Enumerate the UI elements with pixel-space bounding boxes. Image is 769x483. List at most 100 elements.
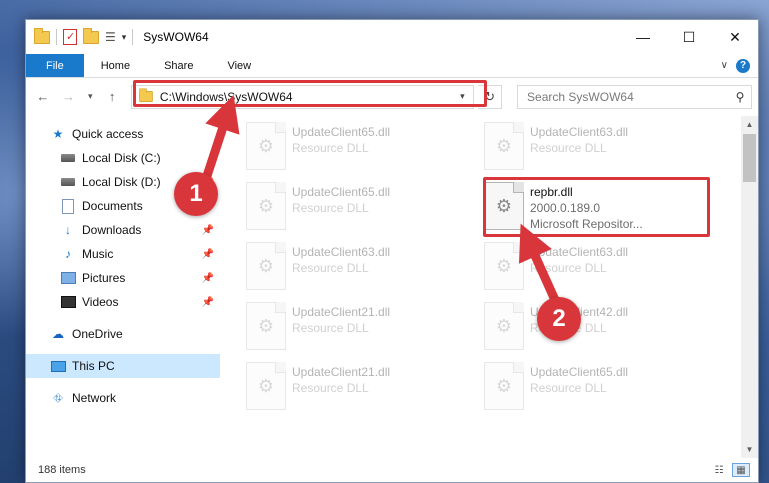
sidebar-item-onedrive[interactable]: ☁ OneDrive bbox=[26, 322, 220, 346]
sidebar-item-quick-access[interactable]: ★ Quick access bbox=[26, 122, 220, 146]
videos-icon bbox=[60, 294, 76, 310]
tab-share[interactable]: Share bbox=[147, 54, 210, 77]
minimize-button[interactable]: — bbox=[620, 20, 666, 54]
sidebar-item-pictures[interactable]: Pictures 📌 bbox=[26, 266, 220, 290]
up-button[interactable]: ↑ bbox=[101, 89, 123, 104]
file-type: Resource DLL bbox=[292, 141, 369, 155]
expand-ribbon-icon[interactable]: ∨ bbox=[721, 60, 728, 71]
selected-file-item[interactable]: ⚙ repbr.dll 2000.0.189.0 Microsoft Repos… bbox=[484, 182, 714, 236]
dll-file-icon: ⚙ bbox=[484, 362, 524, 410]
file-name: UpdateClient65.dll bbox=[530, 365, 629, 379]
disk-icon bbox=[60, 150, 76, 166]
refresh-button[interactable]: ↻ bbox=[478, 84, 503, 109]
list-item[interactable]: ⚙ UpdateClient63.dll Resource DLL bbox=[484, 122, 714, 176]
vertical-scrollbar[interactable]: ▲ ▼ bbox=[741, 116, 758, 458]
file-name: UpdateClient65.dll bbox=[292, 125, 391, 139]
file-name: UpdateClient21.dll bbox=[292, 305, 391, 319]
large-icons-view-icon[interactable]: ▦ bbox=[732, 463, 750, 477]
list-item[interactable]: ⚙ UpdateClient21.dll Resource DLL bbox=[246, 302, 476, 356]
list-item[interactable]: ⚙ UpdateClient65.dll Resource DLL bbox=[246, 182, 476, 236]
maximize-button[interactable]: ☐ bbox=[666, 20, 712, 54]
file-type: Resource DLL bbox=[530, 381, 607, 395]
title-bar: ☰ ▾ SysWOW64 — ☐ ✕ bbox=[26, 20, 758, 54]
properties-check-icon[interactable] bbox=[63, 29, 77, 45]
music-icon: ♪ bbox=[65, 247, 71, 261]
status-bar: 188 items ☷ ▦ bbox=[26, 458, 758, 482]
back-button[interactable]: ← bbox=[32, 89, 54, 104]
scroll-down-icon[interactable]: ▼ bbox=[741, 441, 758, 458]
list-item[interactable]: ⚙ UpdateClient42.dllResource DLL bbox=[484, 302, 714, 356]
ribbon-right: ∨ ? bbox=[721, 54, 758, 77]
toolbar-divider bbox=[56, 29, 57, 45]
chevron-down-icon[interactable]: ▾ bbox=[122, 32, 127, 43]
quick-access-toolbar: ☰ ▾ bbox=[34, 27, 134, 45]
tab-file[interactable]: File bbox=[26, 54, 84, 77]
folder-icon bbox=[139, 88, 153, 103]
sidebar-item-label: Network bbox=[72, 391, 117, 405]
dll-file-icon: ⚙ bbox=[246, 182, 286, 230]
dll-file-icon: ⚙ bbox=[246, 122, 286, 170]
sidebar-item-this-pc[interactable]: This PC bbox=[26, 354, 220, 378]
sidebar-item-label: This PC bbox=[72, 359, 115, 373]
main-area: ★ Quick access Local Disk (C:) Local Dis… bbox=[26, 116, 758, 458]
list-item[interactable]: ⚙ UpdateClient21.dll Resource DLL bbox=[246, 362, 476, 416]
tab-view[interactable]: View bbox=[210, 54, 268, 77]
search-input[interactable]: Search SysWOW64 ⚲ bbox=[517, 84, 752, 109]
file-name: repbr.dll bbox=[530, 185, 573, 199]
scroll-up-icon[interactable]: ▲ bbox=[741, 116, 758, 133]
file-type: Resource DLL bbox=[530, 141, 607, 155]
explorer-window: ☰ ▾ SysWOW64 — ☐ ✕ File Home Share View … bbox=[25, 19, 759, 483]
sidebar-item-music[interactable]: ♪ Music 📌 bbox=[26, 242, 220, 266]
list-item[interactable]: ⚙ UpdateClient65.dll Resource DLL bbox=[484, 362, 714, 416]
address-bar[interactable]: C:\Windows\SysWOW64 ▾ bbox=[130, 84, 475, 109]
file-name: UpdateClient63.dll bbox=[292, 245, 391, 259]
scroll-thumb[interactable] bbox=[743, 134, 756, 182]
sidebar-item-local-disk-c[interactable]: Local Disk (C:) bbox=[26, 146, 220, 170]
computer-icon bbox=[50, 358, 66, 374]
sidebar-item-label: Local Disk (C:) bbox=[82, 151, 161, 165]
sidebar-item-label: OneDrive bbox=[72, 327, 123, 341]
dll-file-icon: ⚙ bbox=[246, 302, 286, 350]
customize-toolbar-icon[interactable]: ☰ bbox=[105, 30, 116, 44]
disk-icon bbox=[60, 174, 76, 190]
details-view-icon[interactable]: ☷ bbox=[710, 463, 728, 477]
file-type: Resource DLL bbox=[292, 261, 369, 275]
file-type: Resource DLL bbox=[292, 201, 369, 215]
sidebar-item-label: Documents bbox=[82, 199, 143, 213]
chevron-down-icon[interactable]: ▾ bbox=[451, 91, 473, 102]
star-icon: ★ bbox=[52, 127, 64, 141]
dll-file-icon: ⚙ bbox=[484, 182, 524, 230]
new-folder-icon[interactable] bbox=[83, 27, 99, 44]
file-description: Microsoft Repositor... bbox=[530, 217, 643, 231]
sidebar-item-label: Music bbox=[82, 247, 114, 261]
dll-file-icon: ⚙ bbox=[246, 242, 286, 290]
search-icon[interactable]: ⚲ bbox=[729, 90, 751, 104]
file-version: 2000.0.189.0 bbox=[530, 201, 601, 215]
sidebar-item-downloads[interactable]: ↓ Downloads 📌 bbox=[26, 218, 220, 242]
help-icon[interactable]: ? bbox=[736, 58, 750, 73]
dll-file-icon: ⚙ bbox=[246, 362, 286, 410]
sidebar-item-label: Pictures bbox=[82, 271, 126, 285]
sidebar-item-label: Videos bbox=[82, 295, 119, 309]
window-title: SysWOW64 bbox=[143, 30, 209, 44]
list-item[interactable]: ⚙ UpdateClient63.dll Resource DLL bbox=[246, 242, 476, 296]
documents-icon bbox=[60, 198, 76, 214]
network-icon: ⛗ bbox=[53, 390, 63, 405]
downloads-icon: ↓ bbox=[65, 223, 71, 237]
sidebar-item-network[interactable]: ⛗ Network bbox=[26, 386, 220, 410]
view-switcher: ☷ ▦ bbox=[710, 463, 758, 477]
pictures-icon bbox=[60, 270, 76, 286]
recent-locations-button[interactable]: ▾ bbox=[83, 91, 97, 102]
address-path[interactable]: C:\Windows\SysWOW64 bbox=[160, 90, 293, 104]
tab-home[interactable]: Home bbox=[84, 54, 147, 77]
sidebar-item-videos[interactable]: Videos 📌 bbox=[26, 290, 220, 314]
search-placeholder: Search SysWOW64 bbox=[527, 89, 634, 104]
pin-icon: 📌 bbox=[201, 248, 214, 260]
list-item[interactable]: ⚙ UpdateClient63.dll Resource DLL bbox=[484, 242, 714, 296]
list-item[interactable]: ⚙ UpdateClient65.dll Resource DLL bbox=[246, 122, 476, 176]
file-name: UpdateClient65.dll bbox=[292, 185, 391, 199]
close-button[interactable]: ✕ bbox=[712, 20, 758, 54]
navigation-bar: ← → ▾ ↑ C:\Windows\SysWOW64 ▾ ↻ Search S… bbox=[26, 78, 758, 115]
dll-file-icon: ⚙ bbox=[484, 302, 524, 350]
forward-button[interactable]: → bbox=[58, 89, 80, 104]
